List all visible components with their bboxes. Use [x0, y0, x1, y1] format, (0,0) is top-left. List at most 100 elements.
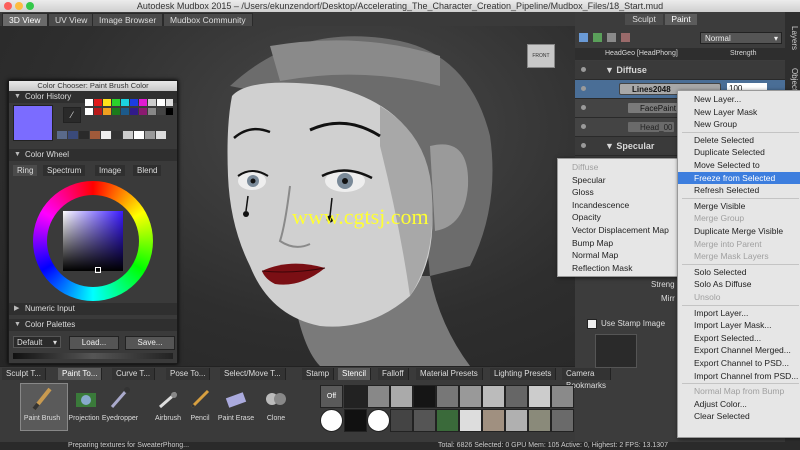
eye-icon[interactable] [581, 143, 586, 148]
tab-curve-tools[interactable]: Curve T... [112, 368, 156, 380]
stencil-thumbnail[interactable] [505, 409, 528, 432]
eye-icon[interactable] [581, 105, 586, 110]
current-color-swatch[interactable] [13, 105, 53, 141]
view-cube[interactable]: FRONT [527, 44, 555, 68]
layer-menu-item[interactable]: Import Channel from PSD... [678, 370, 800, 383]
layer-menu-item[interactable]: Export Channel to PSD... [678, 357, 800, 370]
save-palette-button[interactable]: Save... [125, 336, 175, 350]
stencil-thumbnail[interactable] [413, 409, 436, 432]
duplicate-icon[interactable] [607, 33, 616, 42]
stencil-off-button[interactable]: Off [320, 385, 343, 408]
stencil-thumbnail[interactable] [390, 385, 413, 408]
numeric-input-header[interactable]: ▶ Numeric Input [9, 303, 177, 315]
tab-sculpt-tools[interactable]: Sculpt T... [2, 368, 46, 380]
layer-menu-item[interactable]: Freeze from Selected [678, 171, 800, 185]
stencil-thumbnail[interactable] [459, 409, 482, 432]
channel-menu-item[interactable]: Normal Map [558, 249, 686, 262]
stencil-thumbnail[interactable] [390, 409, 413, 432]
layer-menu-item[interactable]: Duplicate Selected [678, 146, 800, 159]
channel-menu-item[interactable]: Opacity [558, 211, 686, 224]
zoom-window-button[interactable] [26, 2, 34, 10]
layer-menu-item[interactable]: Export Channel Merged... [678, 344, 800, 357]
layer-menu-item[interactable]: Refresh Selected [678, 184, 800, 197]
channel-menu-item[interactable]: Incandescence [558, 199, 686, 212]
stencil-thumbnail[interactable] [482, 409, 505, 432]
paint-brush-icon[interactable] [28, 385, 56, 413]
tab-uv-view[interactable]: UV View [48, 13, 95, 26]
layer-menu-item[interactable]: Adjust Color... [678, 398, 800, 411]
projection-icon[interactable] [72, 385, 100, 413]
layer-menu-item[interactable]: Move Selected to [678, 159, 800, 172]
stencil-thumbnail[interactable] [367, 385, 390, 408]
eye-icon[interactable] [581, 124, 586, 129]
tab-3d-view[interactable]: 3D View [2, 13, 48, 26]
color-wheel-header[interactable]: ▼ Color Wheel [9, 149, 177, 161]
saturation-value-square[interactable] [63, 211, 123, 271]
tab-select-move-tools[interactable]: Select/Move T... [220, 368, 286, 380]
stencil-thumbnail[interactable] [528, 385, 551, 408]
tab-image[interactable]: Image [95, 165, 126, 176]
layer-menu-item[interactable]: Solo As Diffuse [678, 278, 800, 291]
stamp-preview[interactable] [595, 334, 637, 368]
layer-menu-item[interactable]: Export Selected... [678, 332, 800, 345]
load-palette-button[interactable]: Load... [69, 336, 119, 350]
tab-stencil[interactable]: Stencil [338, 368, 372, 380]
tab-stamp[interactable]: Stamp [302, 368, 335, 380]
history-swatch-grid[interactable] [85, 99, 173, 127]
color-chooser-window[interactable]: Color Chooser: Paint Brush Color ▼ Color… [8, 80, 178, 364]
tab-lighting-presets[interactable]: Lighting Presets [490, 368, 557, 380]
layer-menu-item[interactable]: Delete Selected [678, 134, 800, 147]
stencil-thumbnail[interactable] [505, 385, 528, 408]
tab-blend[interactable]: Blend [133, 165, 162, 176]
layer-menu-item[interactable]: New Layer... [678, 93, 800, 106]
tab-sculpt[interactable]: Sculpt [625, 14, 663, 25]
layer-menu-item[interactable]: Clear Selected [678, 410, 800, 423]
color-picker-marker[interactable] [95, 267, 101, 273]
color-ring[interactable] [33, 181, 153, 301]
blend-mode-select[interactable]: Normal ▾ [700, 32, 782, 44]
stencil-thumbnail[interactable] [344, 409, 367, 432]
delete-icon[interactable] [621, 33, 630, 42]
channel-row-diffuse[interactable]: ▼ Diffuse [575, 61, 785, 80]
stencil-thumbnail[interactable] [367, 409, 390, 432]
stencil-thumbnail[interactable] [344, 385, 367, 408]
tab-pose-tools[interactable]: Pose To... [166, 368, 211, 380]
stencil-thumbnail[interactable] [482, 385, 505, 408]
tab-image-browser[interactable]: Image Browser [92, 13, 164, 26]
stencil-thumbnail[interactable] [436, 409, 459, 432]
layer-mask-icon[interactable] [593, 33, 602, 42]
tab-spectrum[interactable]: Spectrum [43, 165, 86, 176]
channel-menu-item[interactable]: Reflection Mask [558, 262, 686, 275]
use-stamp-checkbox[interactable] [587, 319, 597, 329]
tab-falloff[interactable]: Falloff [378, 368, 409, 380]
layer-menu-item[interactable]: Merge Visible [678, 200, 800, 213]
eyedropper-icon[interactable]: ⁄ [63, 107, 81, 123]
eye-icon[interactable] [581, 86, 586, 91]
stencil-thumbnail[interactable] [459, 385, 482, 408]
airbrush-icon[interactable] [154, 385, 182, 413]
pencil-icon[interactable] [186, 385, 214, 413]
palette-select[interactable]: Default ▾ [13, 336, 61, 348]
layer-menu-item[interactable]: Import Layer... [678, 307, 800, 320]
tab-paint[interactable]: Paint [665, 14, 697, 25]
paint-erase-icon[interactable] [222, 385, 250, 413]
eye-icon[interactable] [581, 67, 586, 72]
tab-ring[interactable]: Ring [13, 165, 38, 176]
layer-name-head[interactable]: Head_00 [627, 121, 675, 133]
layer-menu-item[interactable]: New Group [678, 118, 800, 131]
stencil-thumbnail[interactable] [528, 409, 551, 432]
tab-layers[interactable]: Layers [786, 26, 799, 50]
tab-camera-bookmarks[interactable]: Camera Bookmarks [562, 368, 611, 390]
channel-menu-item[interactable]: Bump Map [558, 237, 686, 250]
layer-menu-item[interactable]: Solo Selected [678, 266, 800, 279]
stencil-thumbnail[interactable] [551, 409, 574, 432]
stencil-thumbnail[interactable] [436, 385, 459, 408]
tab-mudbox-community[interactable]: Mudbox Community [163, 13, 253, 26]
color-chooser-titlebar[interactable]: Color Chooser: Paint Brush Color [9, 81, 177, 91]
close-window-button[interactable] [4, 2, 12, 10]
channel-menu-item[interactable]: Specular [558, 174, 686, 187]
minimize-window-button[interactable] [15, 2, 23, 10]
layer-menu-item[interactable]: New Layer Mask [678, 106, 800, 119]
new-layer-icon[interactable] [579, 33, 588, 42]
palette-strip[interactable] [13, 353, 173, 359]
